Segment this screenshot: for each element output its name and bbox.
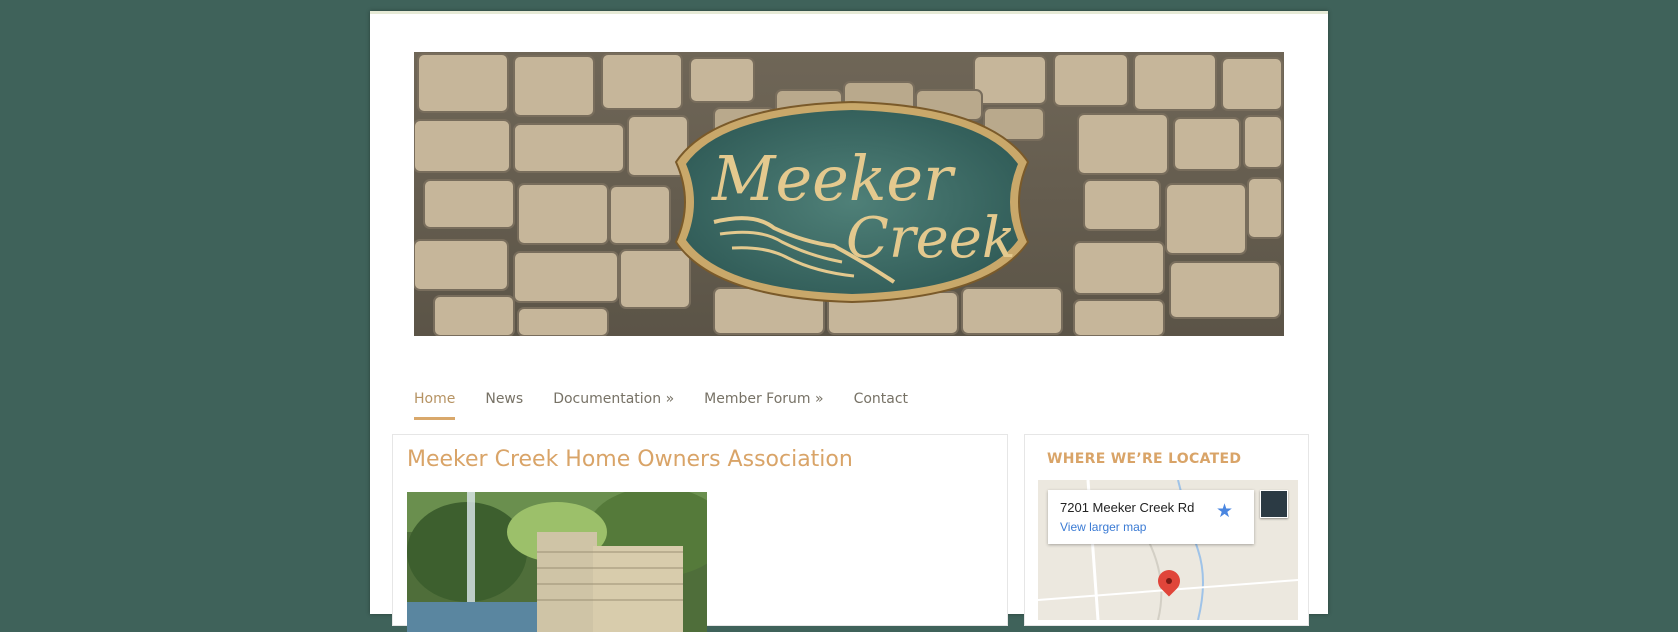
map-address: 7201 Meeker Creek Rd: [1060, 500, 1195, 515]
google-map[interactable]: 7201 Meeker Creek Rd View larger map ★: [1038, 480, 1298, 620]
nav-home[interactable]: Home: [414, 390, 456, 420]
sign-text-meeker: Meeker: [711, 142, 956, 215]
star-icon[interactable]: ★: [1216, 500, 1233, 522]
page-title: Meeker Creek Home Owners Association: [407, 447, 853, 472]
banner-image: Meeker Creek: [414, 52, 1284, 336]
map-info-card: 7201 Meeker Creek Rd View larger map ★: [1048, 490, 1254, 544]
nav-member-forum[interactable]: Member Forum »: [704, 390, 823, 420]
map-thumbnail[interactable]: [1260, 490, 1288, 518]
widget-title: WHERE WE’RE LOCATED: [1047, 451, 1242, 467]
header-banner: Meeker Creek: [414, 52, 1284, 336]
page-container: Meeker Creek Home News Documentation » M…: [370, 11, 1328, 632]
nav-news[interactable]: News: [485, 390, 523, 420]
nav-contact[interactable]: Contact: [854, 390, 908, 420]
nav-documentation[interactable]: Documentation »: [553, 390, 674, 420]
main-content: Meeker Creek Home Owners Association: [392, 434, 1008, 632]
sidebar-widget: WHERE WE’RE LOCATED 7201 Meeker Creek Rd…: [1024, 434, 1309, 626]
main-nav: Home News Documentation » Member Forum »…: [414, 390, 938, 420]
view-larger-map-link[interactable]: View larger map: [1060, 520, 1146, 534]
sign-text-creek: Creek: [846, 206, 1016, 271]
fountain-photo: [407, 492, 707, 632]
